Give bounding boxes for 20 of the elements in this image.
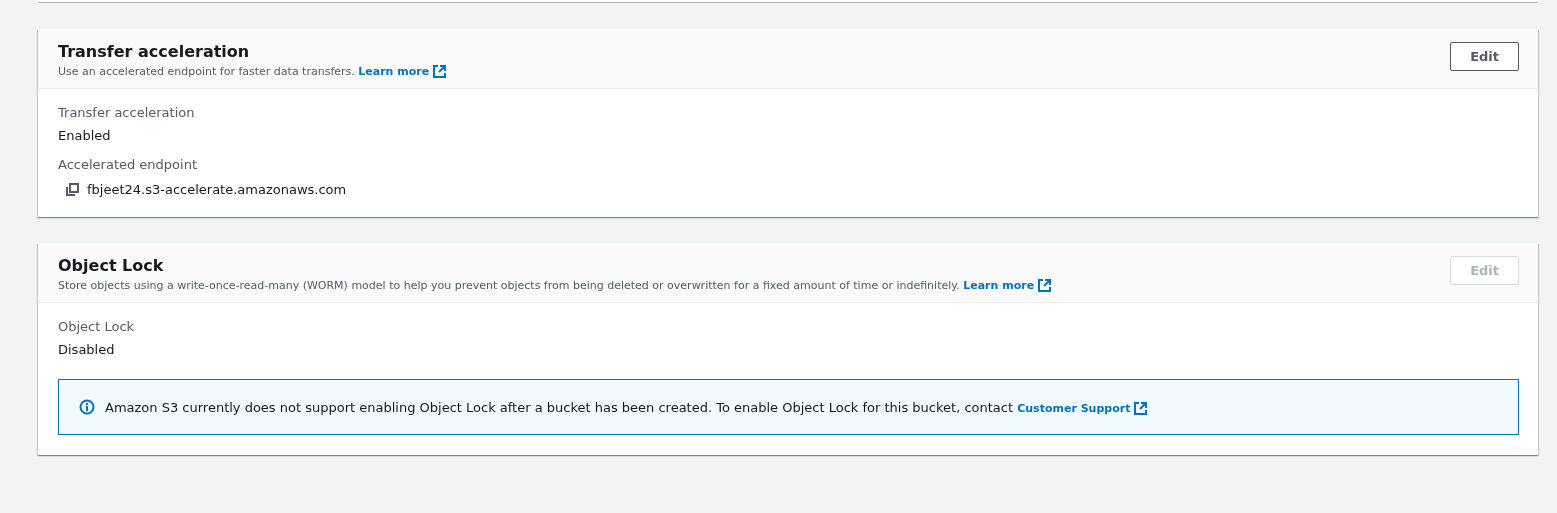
field-value: Disabled [58, 342, 116, 357]
field-value: Enabled [58, 128, 112, 143]
panel-title: Object Lock [58, 256, 165, 275]
external-link-icon [433, 65, 447, 78]
learn-more-link[interactable]: Learn more [963, 279, 1052, 292]
alert-message: Amazon S3 currently does not support enabling Object Lock after a bucket has been created. To enable Object Lock for this bucket, contact Customer Support [105, 399, 1148, 415]
field-value: fbjeet24.s3-accelerate.amazonaws.com [87, 182, 347, 197]
panel-description: Use an accelerated endpoint for faster data transfers. Learn more [58, 65, 447, 78]
field-label: Accelerated endpoint [58, 157, 198, 172]
external-link-icon [1038, 279, 1052, 292]
edit-button[interactable]: Edit [1450, 42, 1519, 71]
copy-icon[interactable] [66, 183, 79, 196]
field-label: Object Lock [58, 319, 136, 334]
customer-support-link[interactable]: Customer Support [1017, 401, 1148, 415]
info-icon [79, 399, 95, 415]
field-label: Transfer acceleration [58, 105, 196, 120]
panel-description: Store objects using a write-once-read-many (WORM) model to help you prevent objects from being deleted or overwritten for a fixed amount of time or indefinitely. Learn more [58, 279, 1052, 292]
panel-title: Transfer acceleration [58, 42, 251, 61]
learn-more-link[interactable]: Learn more [358, 65, 447, 78]
external-link-icon [1134, 401, 1148, 415]
